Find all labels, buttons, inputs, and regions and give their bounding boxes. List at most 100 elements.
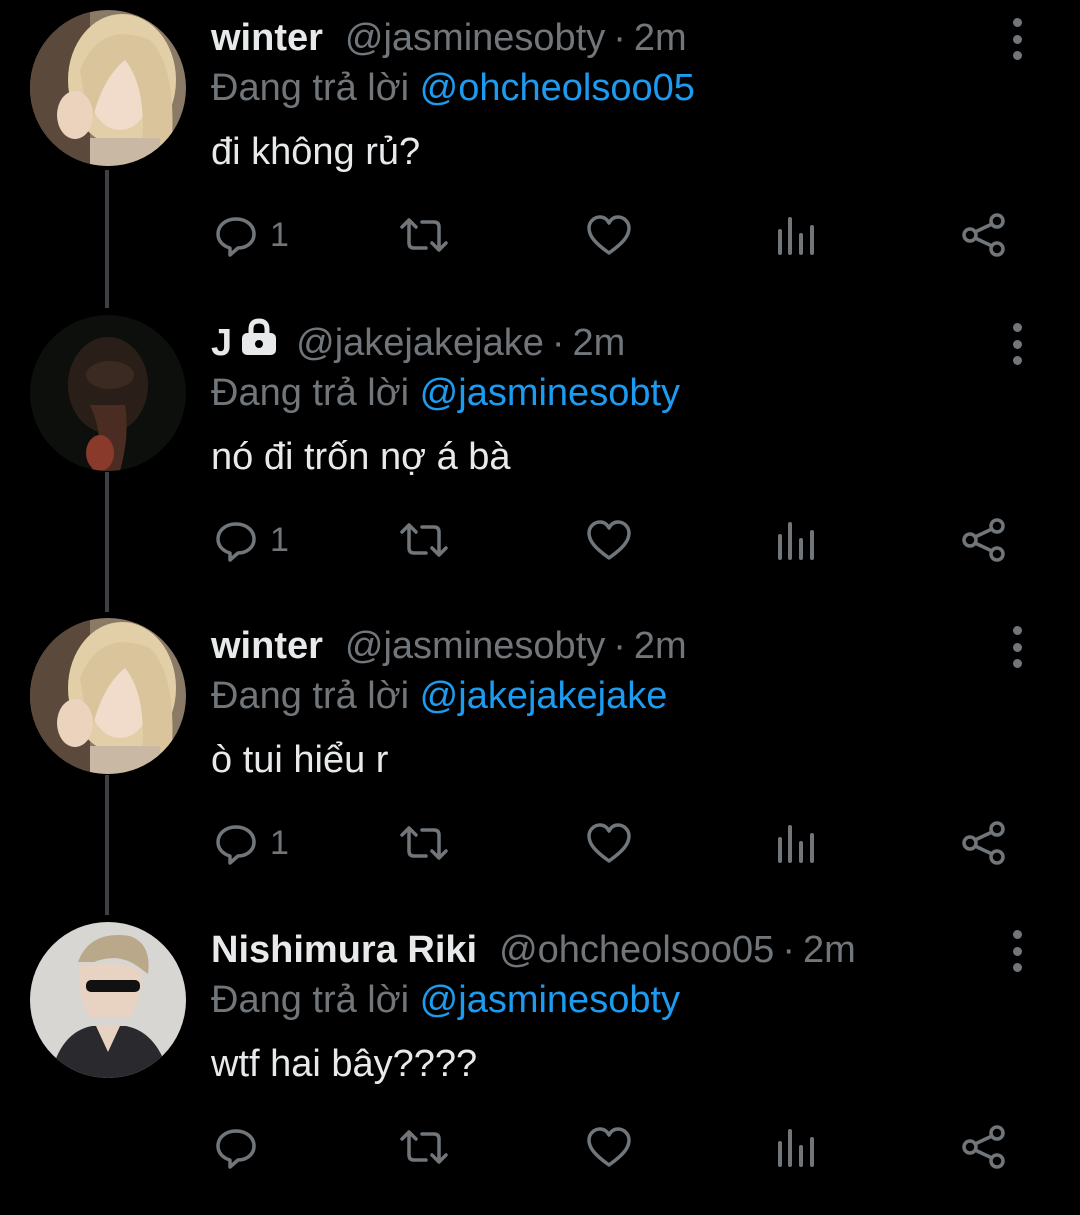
reply-icon — [216, 217, 256, 257]
lock-icon — [238, 317, 280, 369]
like-button[interactable] — [585, 510, 633, 570]
action-bar: 1 — [0, 205, 1080, 265]
replying-prefix: Đang trả lời — [211, 372, 410, 414]
action-bar: 1 — [0, 510, 1080, 570]
display-name[interactable]: Nishimura Riki — [211, 926, 477, 974]
tweet[interactable]: winter @jasminesobty · 2m Đang trả lời @… — [0, 608, 1080, 911]
reply-mention[interactable]: @ohcheolsoo05 — [420, 67, 695, 109]
reply-button[interactable] — [212, 1117, 270, 1177]
separator: · — [613, 625, 626, 667]
retweet-button[interactable] — [398, 813, 450, 873]
stats-icon — [778, 522, 814, 560]
user-handle[interactable]: @jakejakejake — [296, 319, 544, 367]
tweet[interactable]: J @jakejakejake · 2m Đang trả lời @jasmi… — [0, 305, 1080, 608]
tweet-header: Nishimura Riki @ohcheolsoo05 · 2m — [211, 926, 990, 974]
heart-icon — [587, 823, 631, 863]
dark-man-avatar — [30, 315, 186, 471]
share-icon — [962, 518, 1005, 562]
display-name[interactable]: J — [211, 319, 232, 367]
action-bar: 1 — [0, 813, 1080, 873]
more-options-icon[interactable] — [1006, 323, 1028, 365]
share-button[interactable] — [960, 205, 1008, 265]
retweet-button[interactable] — [398, 510, 450, 570]
timestamp[interactable]: 2m — [573, 319, 626, 367]
tweet-text: ò tui hiểu r — [211, 739, 389, 781]
retweet-icon — [400, 1130, 448, 1164]
reply-button[interactable]: 1 — [212, 510, 289, 570]
views-button[interactable] — [775, 813, 819, 873]
heart-icon — [587, 520, 631, 560]
reply-button[interactable]: 1 — [212, 813, 289, 873]
reply-count: 1 — [270, 823, 289, 862]
share-icon — [962, 821, 1005, 865]
timestamp[interactable]: 2m — [634, 622, 687, 670]
sunglasses-man-avatar — [30, 922, 186, 1078]
tweet-header: winter @jasminesobty · 2m — [211, 622, 990, 670]
share-button[interactable] — [960, 813, 1008, 873]
like-button[interactable] — [585, 205, 633, 265]
more-options-icon[interactable] — [1006, 930, 1028, 972]
heart-icon — [587, 215, 631, 255]
tweet[interactable]: winter @jasminesobty · 2m Đang trả lời @… — [0, 0, 1080, 303]
blonde-woman-avatar — [30, 10, 186, 166]
reply-icon — [216, 825, 256, 865]
reply-mention[interactable]: @jasminesobty — [420, 979, 680, 1021]
reply-count: 1 — [270, 215, 289, 254]
stats-icon — [778, 217, 814, 255]
reply-icon — [216, 522, 256, 562]
user-handle[interactable]: @jasminesobty — [345, 14, 605, 62]
retweet-icon — [400, 826, 448, 860]
heart-icon — [587, 1127, 631, 1167]
like-button[interactable] — [585, 813, 633, 873]
stats-icon — [778, 1129, 814, 1167]
replying-to: Đang trả lời @jasminesobty — [211, 976, 680, 1024]
share-button[interactable] — [960, 510, 1008, 570]
avatar[interactable] — [30, 922, 186, 1078]
avatar[interactable] — [30, 315, 186, 471]
retweet-icon — [400, 218, 448, 252]
reply-button[interactable]: 1 — [212, 205, 289, 265]
replying-prefix: Đang trả lời — [211, 675, 410, 717]
tweet-text: wtf hai bây???? — [211, 1043, 478, 1085]
timestamp[interactable]: 2m — [803, 926, 856, 974]
reply-icon — [216, 1129, 256, 1169]
avatar[interactable] — [30, 10, 186, 166]
tweet-header: J @jakejakejake · 2m — [211, 317, 990, 369]
tweet-text: đi không rủ? — [211, 131, 421, 173]
reply-mention[interactable]: @jasminesobty — [420, 372, 680, 414]
display-name[interactable]: winter — [211, 622, 323, 670]
stats-icon — [778, 825, 814, 863]
action-bar — [0, 1117, 1080, 1177]
tweet[interactable]: Nishimura Riki @ohcheolsoo05 · 2m Đang t… — [0, 912, 1080, 1215]
more-options-icon[interactable] — [1006, 626, 1028, 668]
user-handle[interactable]: @ohcheolsoo05 — [499, 926, 774, 974]
more-options-icon[interactable] — [1006, 18, 1028, 60]
blonde-woman-avatar — [30, 618, 186, 774]
views-button[interactable] — [775, 205, 819, 265]
replying-to: Đang trả lời @ohcheolsoo05 — [211, 64, 695, 112]
replying-prefix: Đang trả lời — [211, 67, 410, 109]
views-button[interactable] — [775, 510, 819, 570]
replying-to: Đang trả lời @jasminesobty — [211, 369, 680, 417]
display-name[interactable]: winter — [211, 14, 323, 62]
user-handle[interactable]: @jasminesobty — [345, 622, 605, 670]
tweet-header: winter @jasminesobty · 2m — [211, 14, 990, 62]
separator: · — [551, 322, 565, 364]
share-icon — [962, 213, 1005, 257]
reply-mention[interactable]: @jakejakejake — [420, 675, 668, 717]
tweet-text: nó đi trốn nợ á bà — [211, 436, 511, 478]
retweet-button[interactable] — [398, 1117, 450, 1177]
avatar[interactable] — [30, 618, 186, 774]
replying-to: Đang trả lời @jakejakejake — [211, 672, 667, 720]
timestamp[interactable]: 2m — [634, 14, 687, 62]
separator: · — [782, 929, 795, 971]
like-button[interactable] — [585, 1117, 633, 1177]
retweet-icon — [400, 523, 448, 557]
share-button[interactable] — [960, 1117, 1008, 1177]
retweet-button[interactable] — [398, 205, 450, 265]
replying-prefix: Đang trả lời — [211, 979, 410, 1021]
views-button[interactable] — [775, 1117, 819, 1177]
separator: · — [613, 17, 626, 59]
share-icon — [962, 1125, 1005, 1169]
reply-count: 1 — [270, 520, 289, 559]
